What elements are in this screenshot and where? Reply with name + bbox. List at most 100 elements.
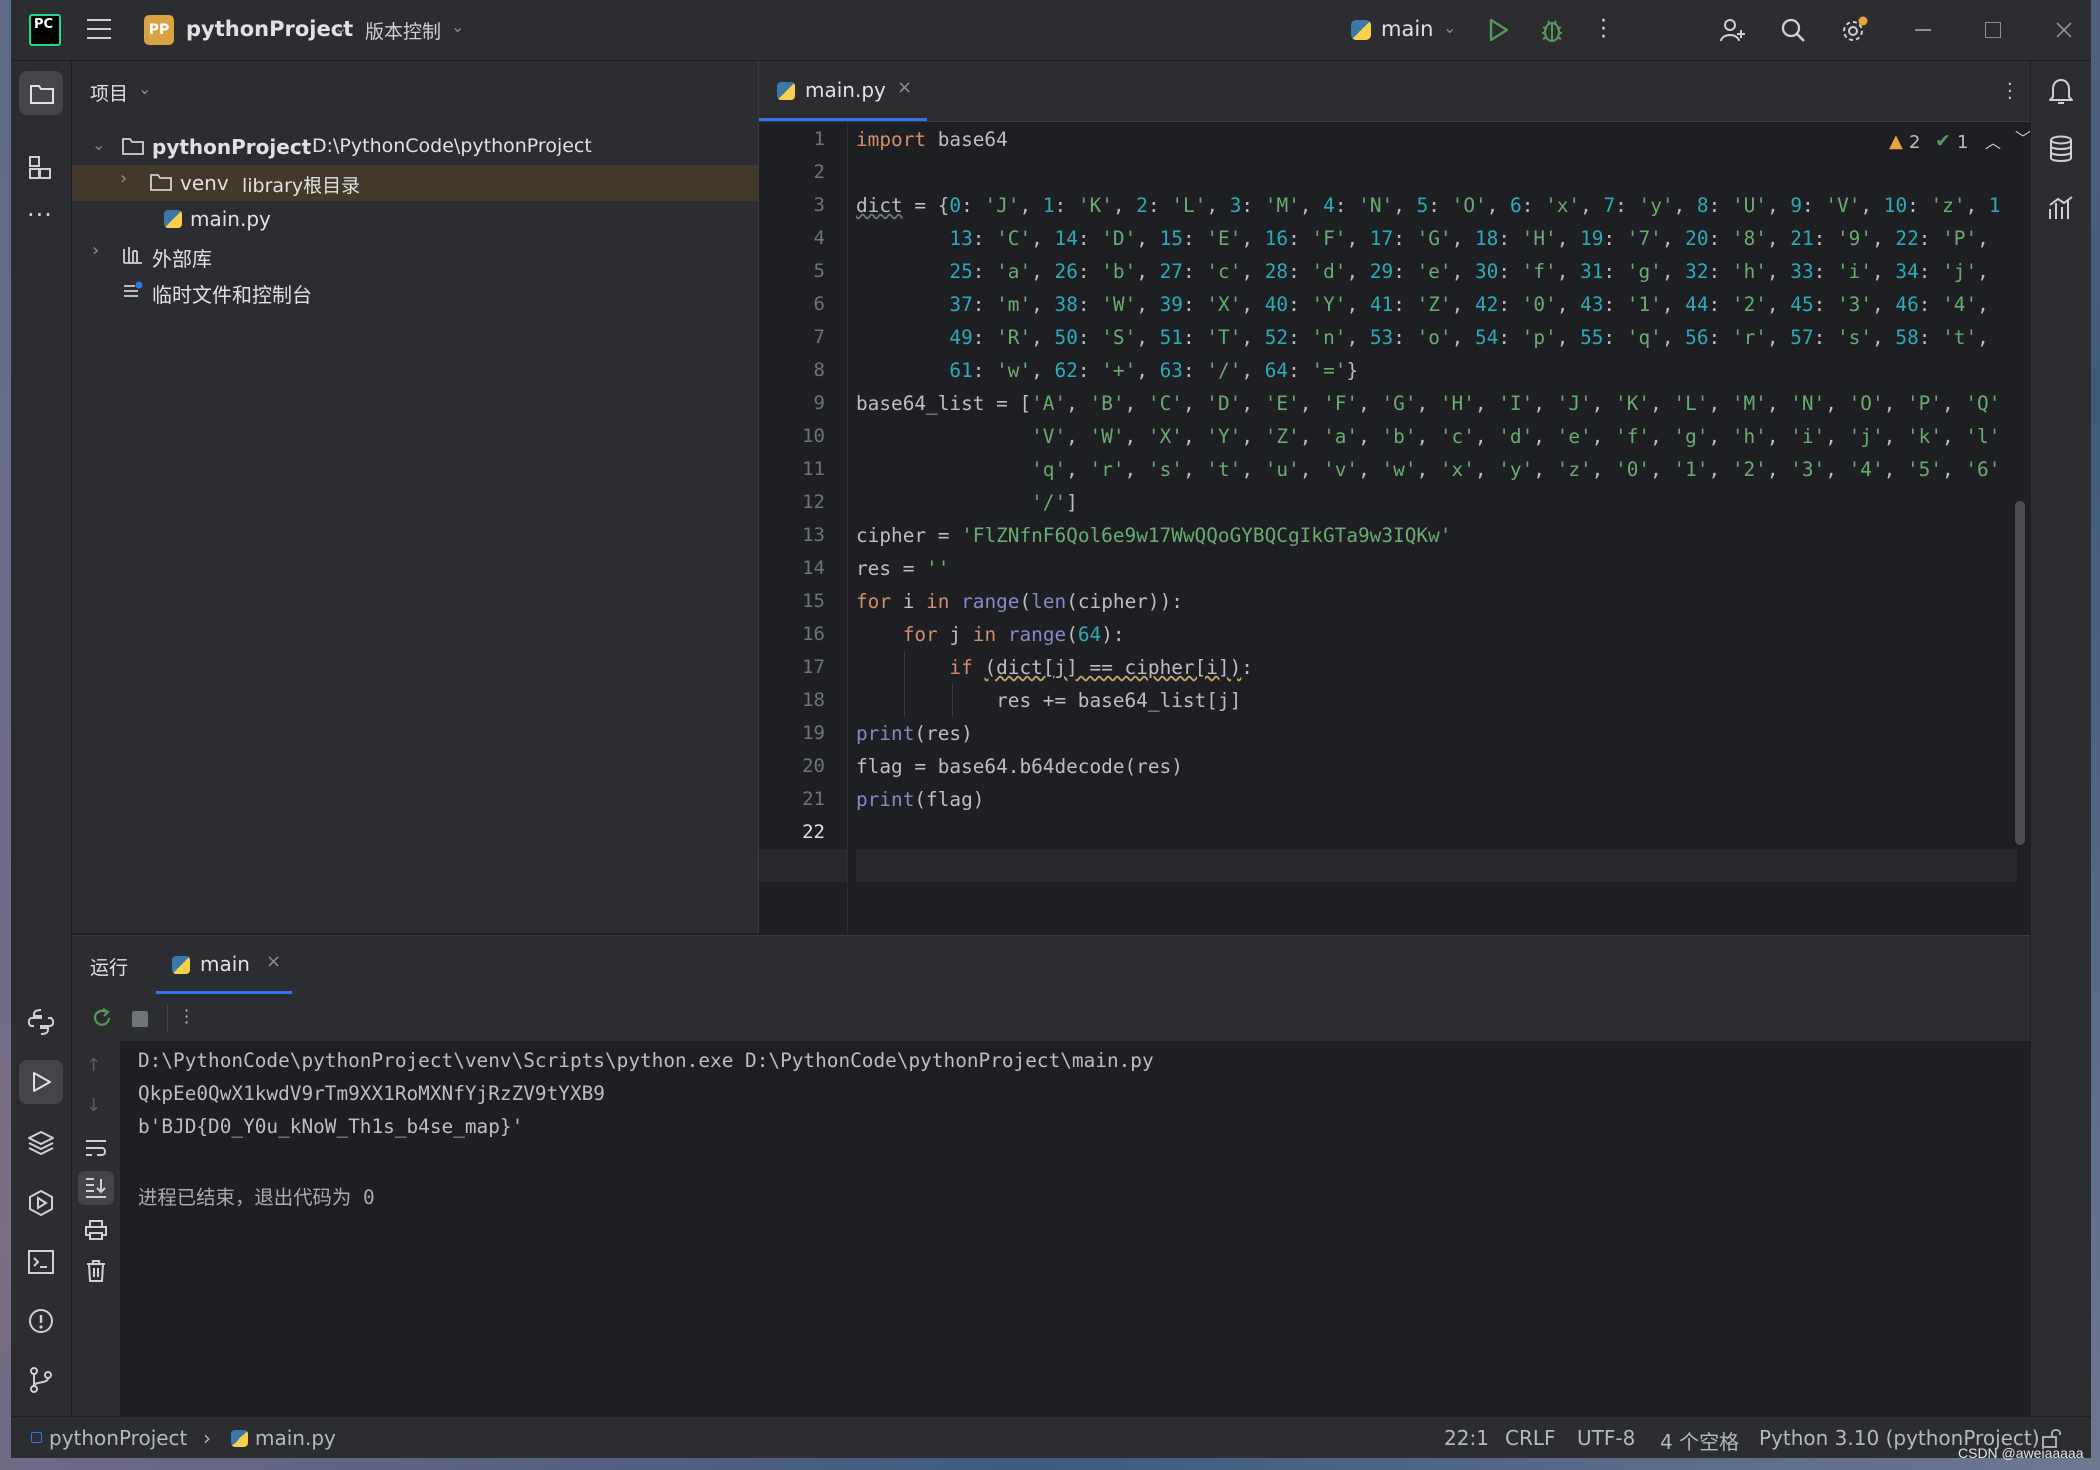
git-branch-icon[interactable] bbox=[28, 1366, 54, 1394]
run-button[interactable] bbox=[1487, 17, 1511, 43]
line-separator[interactable]: CRLF bbox=[1505, 1426, 1556, 1450]
code-line: for j in range(64): bbox=[902, 623, 1125, 646]
console-output[interactable]: D:\PythonCode\pythonProject\venv\Scripts… bbox=[120, 1041, 2030, 1417]
previous-highlight-icon[interactable]: ︿ bbox=[1985, 129, 2001, 153]
sciview-icon[interactable] bbox=[2048, 195, 2074, 221]
code-area[interactable]: import base64 dict = {0: 'J', 1: 'K', 2:… bbox=[856, 123, 2017, 933]
layers-icon[interactable] bbox=[27, 1129, 55, 1157]
run-tab-main[interactable]: main × bbox=[156, 936, 292, 994]
notifications-bell-icon[interactable] bbox=[2047, 76, 2075, 106]
python-console-icon[interactable] bbox=[26, 1007, 56, 1037]
warning-icon: ▲ bbox=[1889, 131, 1903, 152]
chevron-right-icon: › bbox=[120, 168, 128, 189]
line-number: 20 bbox=[802, 755, 825, 777]
code-line: if (dict[j] == cipher[i]): bbox=[949, 656, 1253, 679]
close-window-button[interactable] bbox=[2055, 21, 2073, 39]
project-panel-header[interactable]: 项目 ⌄ bbox=[90, 79, 151, 106]
debug-button[interactable] bbox=[1539, 16, 1565, 44]
settings-gear-icon[interactable] bbox=[1839, 15, 1869, 45]
project-name: pythonProject bbox=[186, 17, 354, 41]
vertical-scrollbar[interactable] bbox=[2015, 501, 2025, 845]
main-menu-icon[interactable] bbox=[87, 19, 111, 39]
code-line: 61: 'w', 62: '+', 63: '/', 64: '='} bbox=[949, 359, 1359, 382]
problems-icon[interactable] bbox=[27, 1307, 55, 1335]
tree-item-external-libraries[interactable]: › 外部库 bbox=[72, 237, 758, 273]
search-icon[interactable] bbox=[1779, 16, 1807, 44]
more-tools-icon[interactable]: ··· bbox=[27, 201, 53, 229]
editor-area: main.py × · · · 1 2 3 4 5 6 7 8 9 10 11 12… bbox=[758, 61, 2031, 933]
minimize-button[interactable] bbox=[1915, 29, 1931, 31]
chevron-down-icon: ⌄ bbox=[138, 79, 152, 98]
run-config-selector[interactable]: main ⌄ bbox=[1351, 14, 1461, 46]
line-number-gutter: 1 2 3 4 5 6 7 8 9 10 11 12 13 14 15 16 1… bbox=[759, 123, 848, 933]
structure-icon[interactable] bbox=[28, 155, 54, 181]
scroll-down-icon[interactable]: ↓ bbox=[86, 1095, 101, 1116]
scroll-up-icon[interactable]: ↑ bbox=[86, 1055, 101, 1076]
tab-options-icon[interactable]: · · · bbox=[2007, 76, 2013, 108]
chevron-down-icon: ⌄ bbox=[1443, 18, 1457, 37]
stop-icon[interactable] bbox=[132, 1011, 148, 1027]
code-line: dict = {0: 'J', 1: 'K', 2: 'L', 3: 'M', … bbox=[856, 194, 2001, 217]
line-number: 22 bbox=[802, 821, 825, 843]
run-tool-button[interactable] bbox=[19, 1060, 63, 1104]
caret-position[interactable]: 22:1 bbox=[1444, 1426, 1489, 1450]
line-number: 7 bbox=[813, 326, 825, 348]
right-tool-strip bbox=[2030, 61, 2091, 1416]
console-line: D:\PythonCode\pythonProject\venv\Scripts… bbox=[138, 1049, 1154, 1072]
indent-setting[interactable]: 4 个空格 bbox=[1660, 1426, 1739, 1455]
code-line: res += base64_list[j] bbox=[856, 689, 1242, 712]
folder-icon bbox=[30, 85, 54, 104]
line-number: 18 bbox=[802, 689, 825, 711]
vcs-label: 版本控制 bbox=[365, 21, 442, 43]
line-number: 14 bbox=[802, 557, 825, 579]
database-icon[interactable] bbox=[2048, 135, 2074, 163]
close-tab-icon[interactable]: × bbox=[897, 77, 912, 98]
print-icon[interactable] bbox=[84, 1219, 108, 1241]
watermark: CSDN @aweiaaaaa bbox=[1958, 1445, 2084, 1461]
tree-item-venv[interactable]: › venv library根目录 bbox=[72, 165, 758, 201]
scroll-to-end-button[interactable] bbox=[78, 1171, 114, 1205]
trash-icon[interactable] bbox=[85, 1259, 107, 1283]
more-options-icon[interactable]: · · · bbox=[184, 1003, 189, 1031]
current-line-gutter bbox=[759, 849, 847, 882]
close-tab-icon[interactable]: × bbox=[266, 951, 281, 972]
chevron-right-icon: › bbox=[92, 240, 100, 261]
console-line: 进程已结束，退出代码为 0 bbox=[138, 1186, 375, 1209]
more-actions-icon[interactable]: · · · bbox=[1600, 11, 1607, 49]
tab-label: main.py bbox=[805, 78, 886, 102]
breadcrumb-file[interactable]: main.py bbox=[255, 1426, 336, 1450]
next-highlight-icon[interactable]: ﹀ bbox=[2015, 125, 2031, 149]
soft-wrap-icon[interactable] bbox=[84, 1137, 108, 1159]
line-number: 19 bbox=[802, 722, 825, 744]
tree-item-project-root[interactable]: ⌄ pythonProject D:\PythonCode\pythonProj… bbox=[72, 129, 758, 165]
code-line: base64_list = ['A', 'B', 'C', 'D', 'E', … bbox=[856, 392, 2001, 415]
terminal-icon[interactable] bbox=[27, 1249, 55, 1275]
vcs-menu[interactable]: 版本控制 ⌄ bbox=[365, 17, 464, 44]
maximize-button[interactable] bbox=[1985, 22, 2001, 38]
console-line: b'BJD{D0_Y0u_kNoW_Th1s_b4se_map}' bbox=[138, 1115, 524, 1138]
run-toolbar: · · · bbox=[72, 994, 2030, 1041]
library-icon bbox=[123, 247, 142, 264]
tab-main-py[interactable]: main.py × bbox=[759, 61, 927, 121]
tree-item-main-py[interactable]: main.py bbox=[72, 201, 758, 237]
python-icon bbox=[172, 956, 190, 974]
project-panel: 项目 ⌄ ⌄ pythonProject D:\PythonCode\pytho… bbox=[72, 61, 758, 933]
file-encoding[interactable]: UTF-8 bbox=[1577, 1426, 1635, 1450]
project-tool-button[interactable] bbox=[19, 71, 63, 115]
chevron-right-icon: › bbox=[203, 1426, 211, 1450]
line-number: 17 bbox=[802, 656, 825, 678]
line-number: 2 bbox=[813, 161, 825, 183]
line-number: 13 bbox=[802, 524, 825, 546]
line-number: 6 bbox=[813, 293, 825, 315]
python-file-icon bbox=[777, 82, 795, 100]
add-user-icon[interactable] bbox=[1719, 16, 1747, 44]
services-icon[interactable] bbox=[27, 1189, 55, 1217]
breadcrumb-project[interactable]: pythonProject bbox=[49, 1426, 187, 1450]
tree-item-scratches[interactable]: 临时文件和控制台 bbox=[72, 273, 758, 309]
code-line: for i in range(len(cipher)): bbox=[856, 590, 1183, 613]
run-panel-title: 运行 bbox=[90, 957, 129, 979]
pycharm-logo-icon: PC bbox=[29, 14, 61, 46]
run-icon bbox=[33, 1072, 51, 1092]
rerun-icon[interactable] bbox=[90, 1006, 114, 1030]
code-line: 13: 'C', 14: 'D', 15: 'E', 16: 'F', 17: … bbox=[949, 227, 1989, 250]
